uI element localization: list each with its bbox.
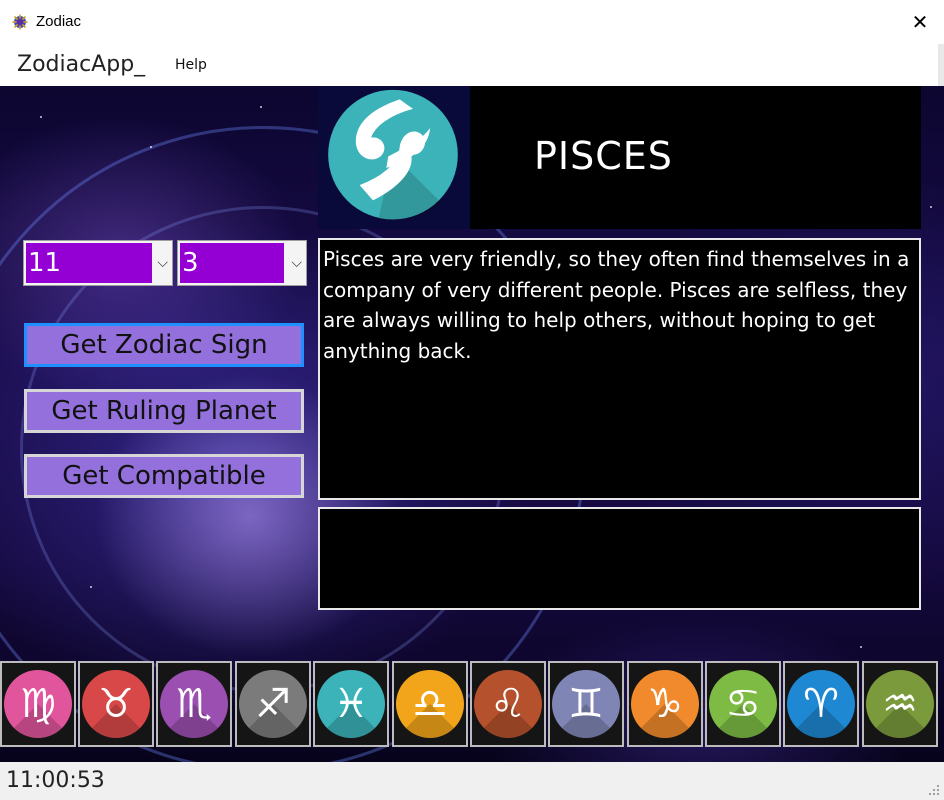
- chevron-down-icon: ⌵: [291, 255, 302, 271]
- pisces-icon: ♓: [317, 670, 385, 738]
- leo-icon: ♌: [474, 670, 542, 738]
- sign-header-panel: PISCES: [318, 86, 921, 229]
- zodiac-button-aquarius[interactable]: ♒: [862, 661, 938, 747]
- sagittarius-icon: ♐: [239, 670, 307, 738]
- description-box: Pisces are very friendly, so they often …: [318, 238, 921, 500]
- zodiac-button-aries[interactable]: ♈: [783, 661, 859, 747]
- background-star: [40, 116, 42, 118]
- cancer-icon: ♋: [709, 670, 777, 738]
- zodiac-button-gemini[interactable]: ♊: [548, 661, 624, 747]
- taurus-icon: ♉: [82, 670, 150, 738]
- app-icon: [12, 14, 28, 30]
- aquarius-icon: ♒: [866, 670, 934, 738]
- virgo-icon: ♍: [4, 670, 72, 738]
- background-star: [930, 206, 932, 208]
- background-star: [150, 146, 152, 148]
- pisces-icon: [328, 89, 458, 220]
- background-star: [860, 646, 862, 648]
- zodiac-icon-row: ♍ ♉ ♏ ♐ ♓ ♎ ♌ ♊ ♑ ♋ ♈ ♒: [0, 661, 944, 747]
- background-star: [260, 106, 262, 108]
- sign-name: PISCES: [534, 134, 673, 178]
- gemini-icon: ♊: [552, 670, 620, 738]
- close-icon: ✕: [911, 10, 929, 34]
- resize-grip-icon[interactable]: [928, 784, 940, 796]
- window-title: Zodiac: [36, 13, 82, 30]
- background-star: [90, 586, 92, 588]
- zodiac-button-taurus[interactable]: ♉: [78, 661, 154, 747]
- zodiac-button-scorpio[interactable]: ♏: [156, 661, 232, 747]
- title-bar: Zodiac ✕: [0, 0, 944, 44]
- get-compatible-button[interactable]: Get Compatible: [24, 454, 304, 498]
- zodiac-button-sagittarius[interactable]: ♐: [235, 661, 311, 747]
- zodiac-button-capricorn[interactable]: ♑: [627, 661, 703, 747]
- zodiac-button-libra[interactable]: ♎: [392, 661, 468, 747]
- get-ruling-planet-button[interactable]: Get Ruling Planet: [24, 389, 304, 433]
- month-select[interactable]: 11 ⌵: [23, 240, 173, 286]
- sign-image: [318, 86, 470, 229]
- menu-bar: ZodiacApp_ Help: [0, 44, 938, 87]
- status-clock: 11:00:53: [6, 768, 105, 793]
- month-select-value: 11: [26, 243, 152, 283]
- day-select[interactable]: 3 ⌵: [177, 240, 307, 286]
- menu-item-zodiacapp[interactable]: ZodiacApp_: [17, 52, 145, 77]
- chevron-down-icon: ⌵: [157, 255, 168, 271]
- get-zodiac-sign-button[interactable]: Get Zodiac Sign: [24, 323, 304, 367]
- zodiac-button-leo[interactable]: ♌: [470, 661, 546, 747]
- zodiac-button-cancer[interactable]: ♋: [705, 661, 781, 747]
- capricorn-icon: ♑: [631, 670, 699, 738]
- result-box: [318, 507, 921, 610]
- status-bar: 11:00:53: [0, 762, 944, 800]
- main-content: 11 ⌵ 3 ⌵ Get Zodiac Sign Get Ruling Plan…: [0, 86, 944, 762]
- zodiac-button-pisces[interactable]: ♓: [313, 661, 389, 747]
- menu-item-help[interactable]: Help: [175, 57, 207, 73]
- aries-icon: ♈: [787, 670, 855, 738]
- zodiac-button-virgo[interactable]: ♍: [0, 661, 76, 747]
- close-button[interactable]: ✕: [896, 0, 944, 44]
- libra-icon: ♎: [396, 670, 464, 738]
- scorpio-icon: ♏: [160, 670, 228, 738]
- description-text: Pisces are very friendly, so they often …: [323, 247, 910, 363]
- day-select-value: 3: [180, 243, 284, 283]
